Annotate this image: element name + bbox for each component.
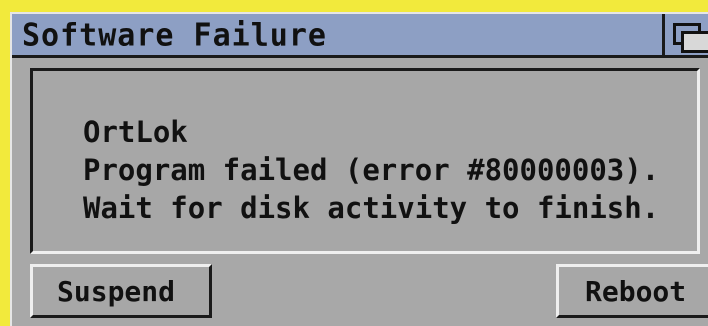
suspend-button-label: Suspend: [57, 275, 176, 308]
program-name: OrtLok: [83, 115, 188, 149]
reboot-button[interactable]: Reboot: [556, 264, 708, 318]
window-depth-icon[interactable]: [662, 14, 708, 55]
window-title: Software Failure: [22, 16, 327, 54]
reboot-button-label: Reboot: [585, 275, 687, 308]
suspend-button[interactable]: Suspend: [30, 264, 212, 318]
depth-front-square: [681, 31, 708, 53]
screen-frame: Software Failure OrtLok Program failed (…: [0, 0, 708, 326]
software-failure-dialog: Software Failure OrtLok Program failed (…: [10, 12, 708, 326]
instruction-message: Wait for disk activity to finish.: [83, 191, 660, 225]
title-bar[interactable]: Software Failure: [12, 14, 708, 58]
message-panel: OrtLok Program failed (error #80000003).…: [30, 68, 700, 254]
error-message: Program failed (error #80000003).: [83, 153, 660, 187]
